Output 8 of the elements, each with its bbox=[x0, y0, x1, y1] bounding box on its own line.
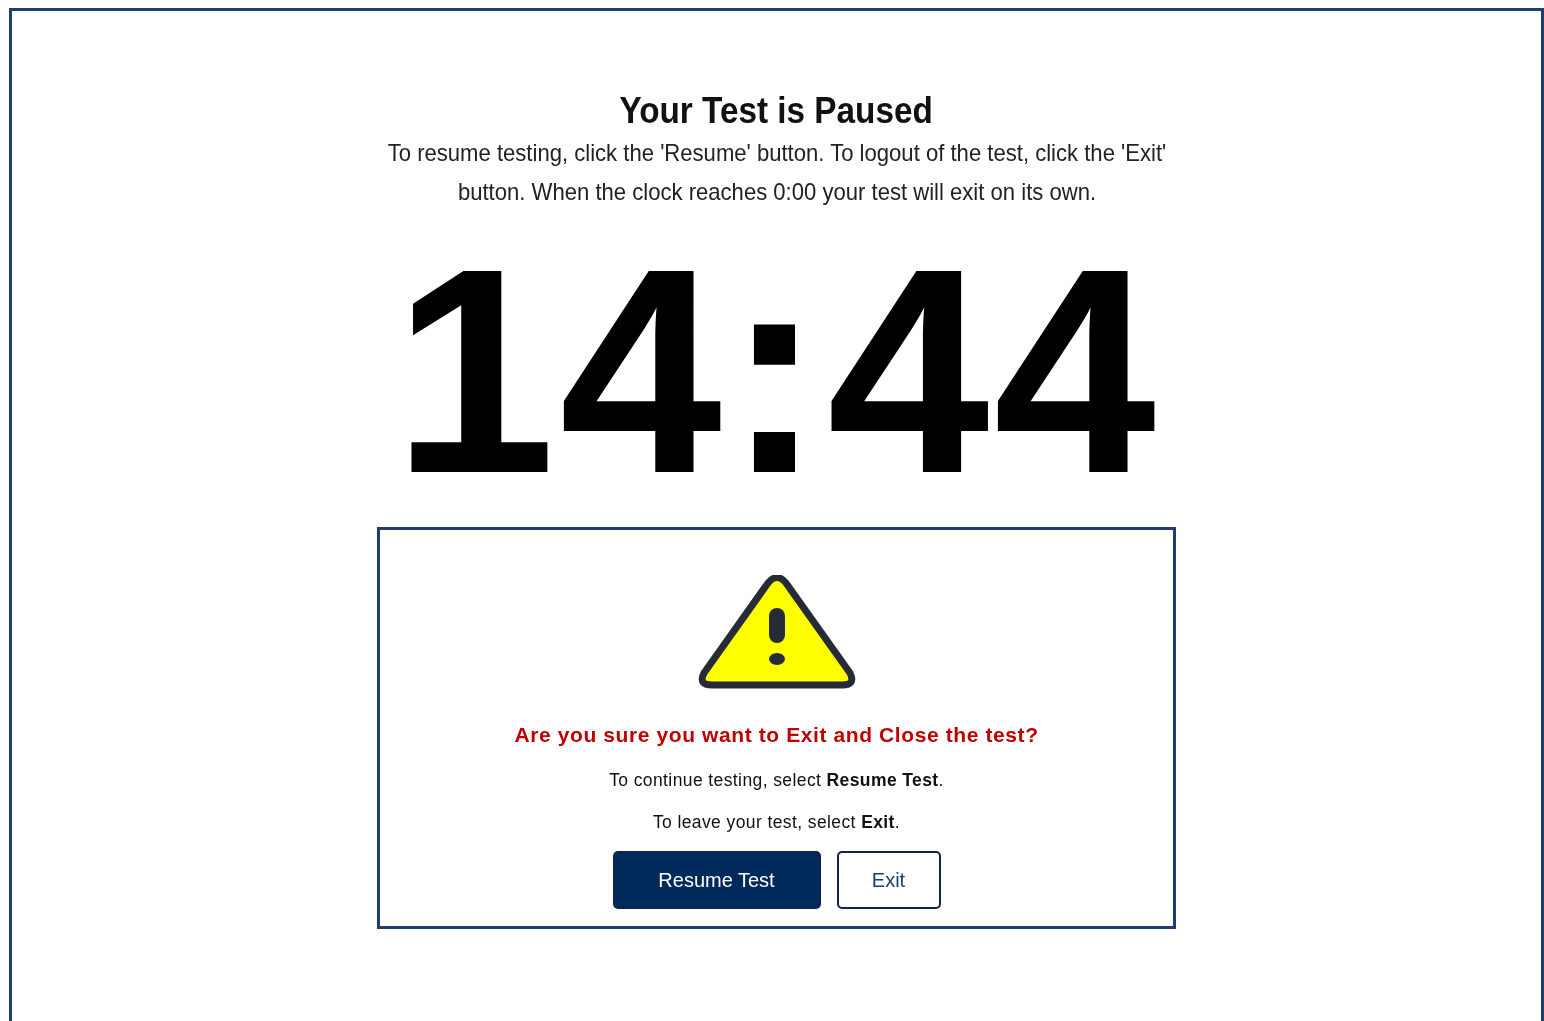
confirm-question: Are you sure you want to Exit and Close the test? bbox=[514, 722, 1039, 749]
instruction-line: To leave your test, select Exit. bbox=[652, 811, 901, 835]
instruction-line: To continue testing, select Resume Test. bbox=[609, 768, 944, 792]
exit-button[interactable]: Exit bbox=[836, 851, 941, 910]
page-title: Your Test is Paused bbox=[619, 89, 934, 133]
countdown-clock: 14:44 bbox=[393, 225, 1160, 518]
resume-button[interactable]: Resume Test bbox=[612, 851, 821, 910]
instructions-text: To resume testing, click the 'Resume' button. To logout of the test, click the 'Exit' button. When the clock reaches 0:00 your test will exit on its own. bbox=[386, 138, 1167, 208]
